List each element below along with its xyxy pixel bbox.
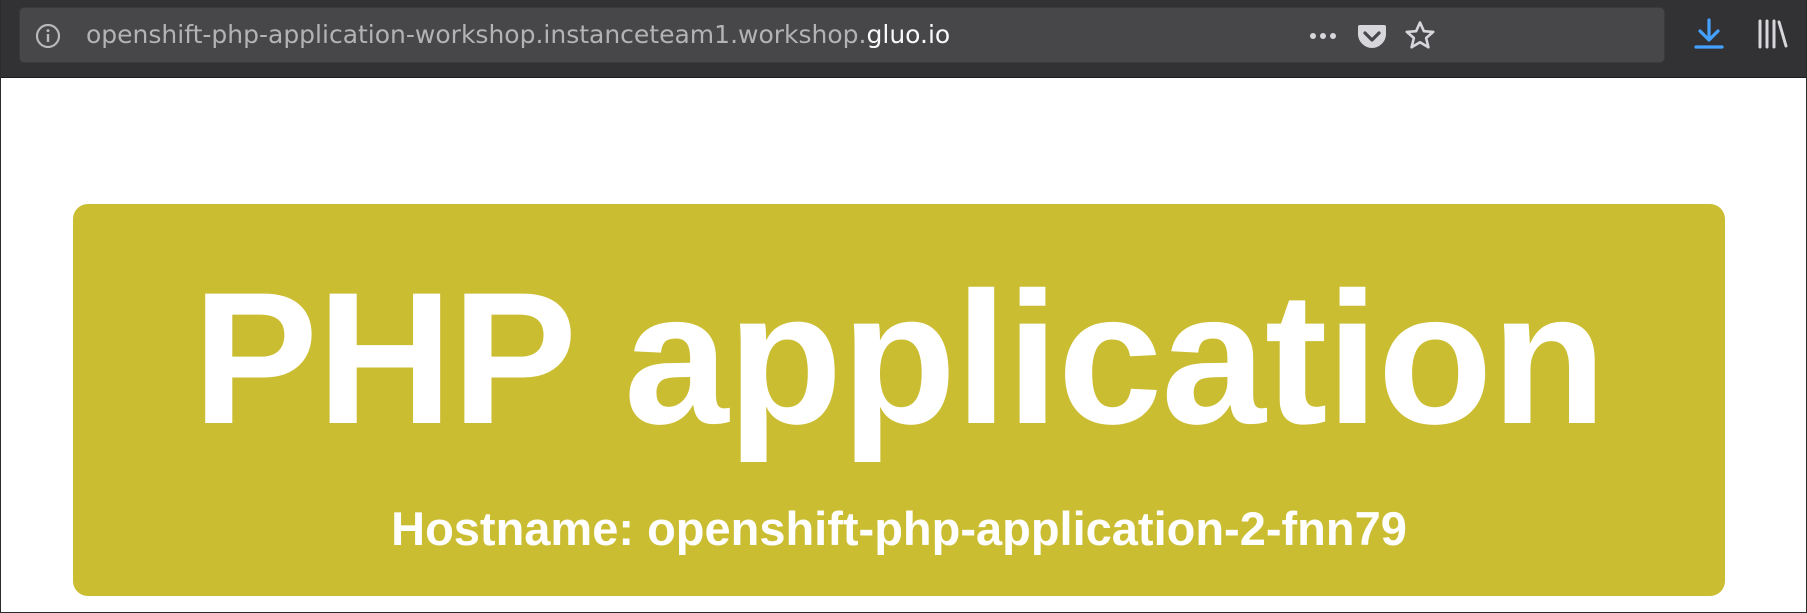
star-icon[interactable] xyxy=(1403,19,1437,53)
hero-banner: PHP application Hostname: openshift-php-… xyxy=(73,204,1725,596)
more-horizontal-icon[interactable] xyxy=(1306,19,1340,53)
url-prefix: openshift-php-application-workshop.insta… xyxy=(86,20,867,49)
browser-toolbar: openshift-php-application-workshop.insta… xyxy=(1,0,1806,78)
info-icon[interactable] xyxy=(34,22,62,50)
pocket-icon[interactable] xyxy=(1355,19,1389,53)
hostname-text: Hostname: openshift-php-application-2-fn… xyxy=(391,502,1407,555)
address-bar[interactable]: openshift-php-application-workshop.insta… xyxy=(19,7,1665,63)
page-content: PHP application Hostname: openshift-php-… xyxy=(1,78,1806,612)
library-icon[interactable] xyxy=(1753,16,1789,52)
download-arrow-icon[interactable] xyxy=(1691,16,1727,52)
url-domain: gluo.io xyxy=(866,20,951,49)
page-title: PHP application xyxy=(192,253,1607,463)
browser-window: openshift-php-application-workshop.insta… xyxy=(0,0,1807,613)
url-text[interactable]: openshift-php-application-workshop.insta… xyxy=(86,8,950,64)
